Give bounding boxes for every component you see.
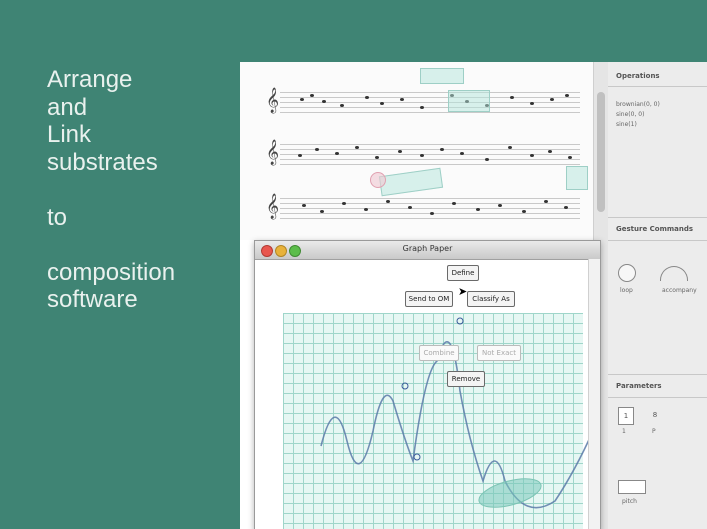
operation-item[interactable]: brownian(0, 0) [616,100,660,110]
define-button[interactable]: Define [447,265,479,281]
slide-line: substrates [47,148,158,176]
slide-line: and [47,93,88,121]
slide-line: composition [47,258,176,286]
handwritten-annotation-top[interactable] [420,68,464,84]
pitch-annotation[interactable] [618,480,646,494]
music-staff: 𝄞 [266,88,580,116]
classify-as-button[interactable]: Classify As [467,291,515,307]
parameters-title: Parameters [616,382,662,390]
gesture-commands-title: Gesture Commands [616,225,694,233]
loop-gesture-icon[interactable] [618,264,636,282]
send-to-om-button[interactable]: Send to OM [405,291,453,307]
drawn-curve [320,317,594,509]
remove-button[interactable]: Remove [447,371,485,387]
operations-list: brownian(0, 0) sine(0, 0) sine(1) [616,100,660,130]
score-view[interactable]: 𝄞 𝄞 𝄞 [240,62,593,240]
window-scrollbar[interactable] [588,259,600,529]
loop-label: loop [620,287,633,294]
app-screenshot: 𝄞 𝄞 𝄞 Operations brownian(0, 0) sine(0, … [240,62,707,529]
treble-clef-icon: 𝄞 [266,140,280,165]
parameter-box-icon[interactable]: 8 [648,407,662,423]
handwritten-annotation-middle[interactable] [378,167,444,197]
music-staff: 𝄞 [266,140,580,168]
accompany-label: accompany [662,287,697,294]
slide-line: Arrange [47,66,133,93]
operations-title: Operations [616,72,660,80]
operation-item[interactable]: sine(1) [616,120,660,130]
combine-button[interactable]: Combine [419,345,459,361]
accompany-gesture-icon[interactable] [660,266,688,281]
slide-blank-line [47,231,237,259]
operation-item[interactable]: sine(0, 0) [616,110,660,120]
slide-text: Arrange and Link substrates to compositi… [47,66,237,314]
handwritten-annotation-right[interactable] [566,166,588,190]
parameter-label: P [652,428,656,435]
arrow-cursor-icon: ➤ [458,285,468,298]
score-scroll-thumb[interactable] [597,92,605,212]
slide-line: software [47,286,138,313]
not-exact-button[interactable]: Not Exact [477,345,521,361]
pitch-label: pitch [622,498,637,505]
inspector-panel: Operations brownian(0, 0) sine(0, 0) sin… [608,62,707,529]
slide-blank-line [47,176,237,204]
slide-line: Link [47,121,92,148]
slide-top-band [0,0,707,62]
music-staff: 𝄞 [266,194,580,222]
handwritten-annotation-small[interactable] [370,172,386,188]
treble-clef-icon: 𝄞 [266,194,280,219]
treble-clef-icon: 𝄞 [266,88,280,113]
slide-line: to [47,203,68,231]
graph-paper-window[interactable]: Graph Paper Define Send to OM ➤ Classify… [254,240,601,529]
parameter-box-icon[interactable]: 1 [618,407,634,425]
parameter-label: 1 [622,428,626,435]
